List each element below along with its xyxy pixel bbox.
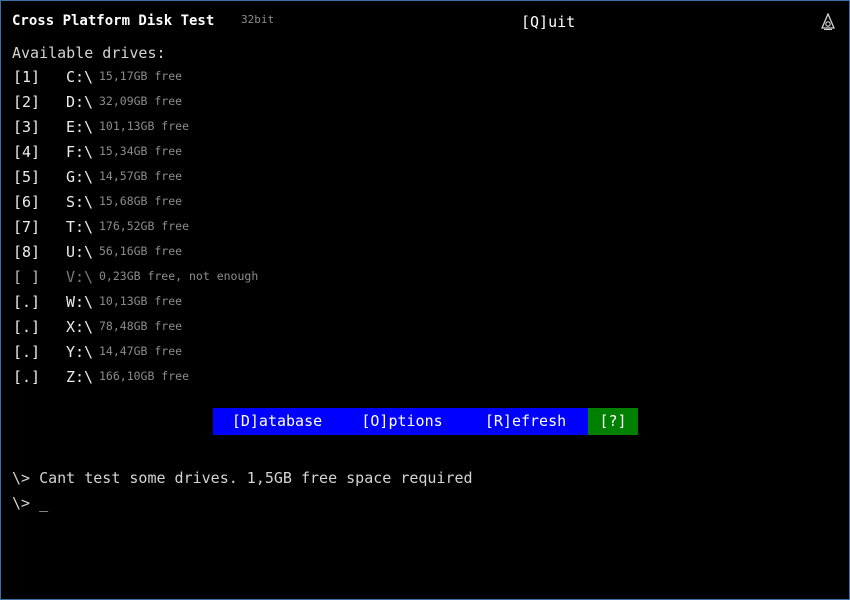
database-button[interactable]: [D]atabase bbox=[213, 408, 341, 435]
drive-row-x[interactable]: [.] X:\ 78,48GB free bbox=[1, 315, 849, 340]
drive-free-space: 56,16GB free bbox=[99, 244, 183, 258]
drive-letter: T:\ bbox=[66, 218, 94, 236]
drive-letter: X:\ bbox=[66, 318, 94, 336]
drive-free-space: 166,10GB free bbox=[99, 369, 190, 383]
drive-row-f[interactable]: [4] F:\ 15,34GB free bbox=[1, 140, 849, 165]
drive-free-space: 15,17GB free bbox=[99, 69, 183, 83]
drive-row-u[interactable]: [8] U:\ 56,16GB free bbox=[1, 240, 849, 265]
app-logo-icon bbox=[821, 13, 835, 31]
drive-key: [8] bbox=[13, 243, 41, 261]
drive-key: [.] bbox=[13, 368, 41, 386]
drive-key: [5] bbox=[13, 168, 41, 186]
quit-button[interactable]: [Q]uit bbox=[521, 13, 575, 31]
drive-row-d[interactable]: [2] D:\ 32,09GB free bbox=[1, 90, 849, 115]
drive-free-space: 14,57GB free bbox=[99, 169, 183, 183]
drive-free-space: 176,52GB free bbox=[99, 219, 190, 233]
drive-key: [ ] bbox=[13, 268, 41, 286]
command-prompt[interactable]: \> _ bbox=[12, 494, 48, 512]
drive-row-v: [ ] V:\ 0,23GB free, not enough bbox=[1, 265, 849, 290]
drive-key: [7] bbox=[13, 218, 41, 236]
drive-list: [1] C:\ 15,17GB free [2] D:\ 32,09GB fre… bbox=[1, 65, 849, 390]
drive-key: [1] bbox=[13, 68, 41, 86]
available-drives-heading: Available drives: bbox=[12, 44, 166, 62]
drive-letter: D:\ bbox=[66, 93, 94, 111]
drive-key: [.] bbox=[13, 293, 41, 311]
drive-letter: V:\ bbox=[66, 268, 94, 286]
drive-letter: Z:\ bbox=[66, 368, 94, 386]
drive-free-space: 101,13GB free bbox=[99, 119, 190, 133]
drive-letter: Y:\ bbox=[66, 343, 94, 361]
menu-bar: [D]atabase [O]ptions [R]efresh [?] bbox=[213, 408, 638, 435]
status-message: \> Cant test some drives. 1,5GB free spa… bbox=[12, 469, 473, 487]
help-button[interactable]: [?] bbox=[588, 408, 638, 435]
options-button[interactable]: [O]ptions bbox=[341, 408, 463, 435]
drive-letter: C:\ bbox=[66, 68, 94, 86]
drive-letter: E:\ bbox=[66, 118, 94, 136]
drive-key: [3] bbox=[13, 118, 41, 136]
drive-letter: S:\ bbox=[66, 193, 94, 211]
drive-free-space: 0,23GB free, not enough bbox=[99, 269, 259, 283]
drive-free-space: 15,68GB free bbox=[99, 194, 183, 208]
drive-key: [2] bbox=[13, 93, 41, 111]
drive-key: [4] bbox=[13, 143, 41, 161]
drive-key: [.] bbox=[13, 318, 41, 336]
drive-row-c[interactable]: [1] C:\ 15,17GB free bbox=[1, 65, 849, 90]
drive-row-z[interactable]: [.] Z:\ 166,10GB free bbox=[1, 365, 849, 390]
drive-row-e[interactable]: [3] E:\ 101,13GB free bbox=[1, 115, 849, 140]
drive-row-t[interactable]: [7] T:\ 176,52GB free bbox=[1, 215, 849, 240]
drive-free-space: 32,09GB free bbox=[99, 94, 183, 108]
refresh-button[interactable]: [R]efresh bbox=[463, 408, 588, 435]
drive-free-space: 15,34GB free bbox=[99, 144, 183, 158]
drive-free-space: 14,47GB free bbox=[99, 344, 183, 358]
drive-row-w[interactable]: [.] W:\ 10,13GB free bbox=[1, 290, 849, 315]
drive-letter: G:\ bbox=[66, 168, 94, 186]
drive-row-y[interactable]: [.] Y:\ 14,47GB free bbox=[1, 340, 849, 365]
drive-free-space: 10,13GB free bbox=[99, 294, 183, 308]
bitness-label: 32bit bbox=[241, 13, 275, 26]
drive-row-s[interactable]: [6] S:\ 15,68GB free bbox=[1, 190, 849, 215]
drive-row-g[interactable]: [5] G:\ 14,57GB free bbox=[1, 165, 849, 190]
drive-free-space: 78,48GB free bbox=[99, 319, 183, 333]
app-window: Cross Platform Disk Test 32bit [Q]uit Av… bbox=[0, 0, 850, 600]
drive-letter: U:\ bbox=[66, 243, 94, 261]
app-title: Cross Platform Disk Test bbox=[12, 13, 215, 29]
drive-letter: F:\ bbox=[66, 143, 94, 161]
drive-key: [6] bbox=[13, 193, 41, 211]
drive-key: [.] bbox=[13, 343, 41, 361]
drive-letter: W:\ bbox=[66, 293, 94, 311]
